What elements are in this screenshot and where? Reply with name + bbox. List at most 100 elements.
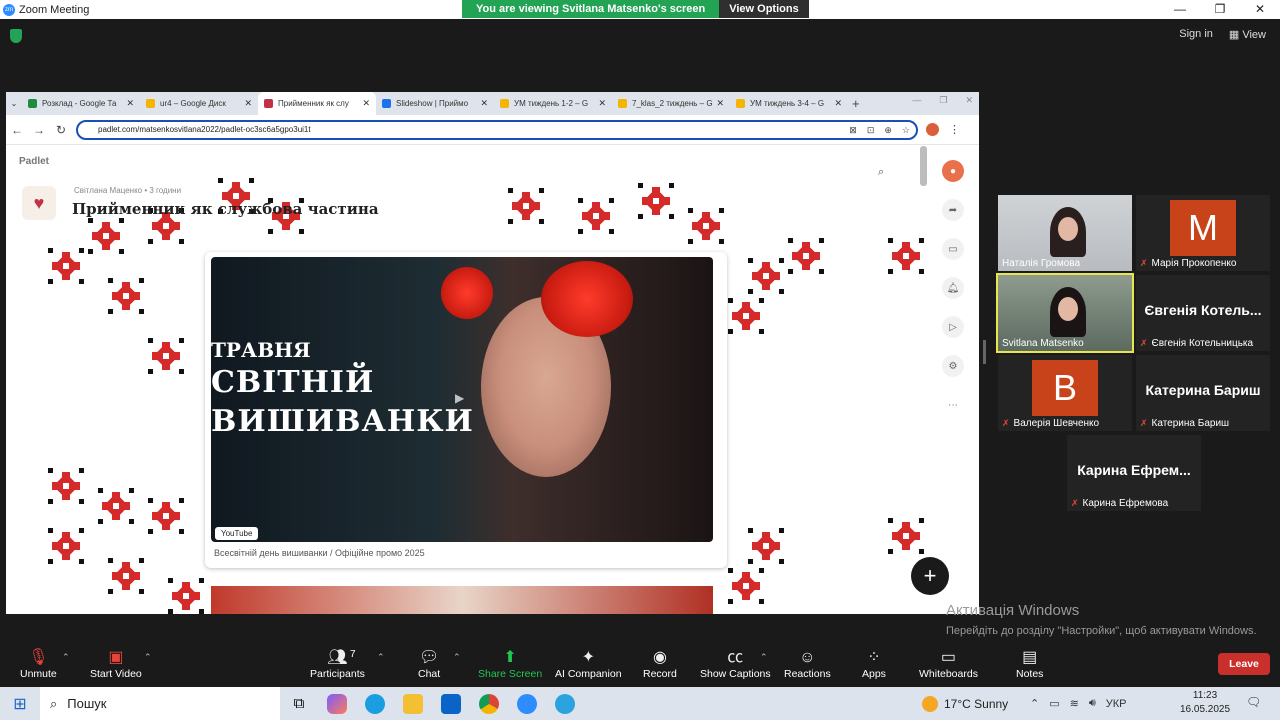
tray-chevron-icon[interactable]: ⌃ xyxy=(1030,697,1039,710)
reload-icon[interactable]: ↻ xyxy=(50,123,72,137)
browser-tab-active[interactable]: Прийменник як слу ✕ xyxy=(258,92,376,115)
share-screen-button[interactable]: ⬆ Share Screen xyxy=(478,648,542,680)
taskbar-search[interactable]: ⌕ Пошук xyxy=(40,687,280,720)
view-options-button[interactable]: View Options xyxy=(719,0,809,18)
volume-icon[interactable]: 🔊︎ xyxy=(1089,697,1096,710)
start-video-label: Start Video xyxy=(90,668,142,680)
video-embed[interactable]: ТРАВНЯ СВІТНІЙ ВИШИВАНКИ ▶ YouTube xyxy=(211,257,713,542)
minimize-button[interactable]: — xyxy=(1160,0,1200,19)
participant-tile[interactable]: Євгенія Котель... ✗ Євгенія Котельницька xyxy=(1136,275,1270,351)
participants-chevron-icon[interactable]: ⌃ xyxy=(377,652,385,663)
page-scrollbar[interactable] xyxy=(920,146,927,186)
browser-profile-avatar[interactable] xyxy=(926,123,939,136)
tab-close-icon[interactable]: ✕ xyxy=(716,98,724,109)
apps-button[interactable]: ⁘ Apps xyxy=(862,648,886,680)
participant-tile[interactable]: M ✗ Марія Прокопенко xyxy=(1136,195,1270,271)
settings-gear-icon[interactable]: ⚙ xyxy=(942,355,964,377)
play-icon[interactable]: ▶ xyxy=(455,391,464,405)
weather-widget[interactable]: 17°C Sunny xyxy=(922,687,1008,720)
participant-tile[interactable]: Карина Ефрем... ✗ Карина Ефремова xyxy=(1067,435,1201,511)
tab-close-icon[interactable]: ✕ xyxy=(598,98,606,109)
tab-close-icon[interactable]: ✕ xyxy=(834,98,842,109)
search-icon[interactable]: ⌕ xyxy=(878,166,884,179)
browser-tab[interactable]: УМ тиждень 3-4 – G ✕ xyxy=(730,92,848,115)
chat-chevron-icon[interactable]: ⌃ xyxy=(453,652,461,663)
post-card[interactable]: ТРАВНЯ СВІТНІЙ ВИШИВАНКИ ▶ YouTube Всесв… xyxy=(205,252,727,568)
language-indicator[interactable]: УКР xyxy=(1106,698,1127,710)
profile-icon[interactable]: ● xyxy=(942,160,964,182)
unmute-label: Unmute xyxy=(20,668,57,680)
browser-tabstrip: ⌄ Розклад - Google Та ✕ ur4 – Google Диск… xyxy=(6,92,979,115)
play-icon[interactable]: ▷ xyxy=(942,316,964,338)
padlet-brand[interactable]: Padlet xyxy=(19,156,49,167)
zoom-icon[interactable]: ⊕ xyxy=(884,122,892,138)
sign-in-button[interactable]: Sign in xyxy=(1179,28,1213,41)
browser-maximize-icon[interactable]: ❐ xyxy=(939,95,947,106)
unmute-button[interactable]: 🎙︎ Unmute xyxy=(20,648,57,680)
participant-tile[interactable]: Наталія Громова xyxy=(998,195,1132,271)
close-button[interactable]: ✕ xyxy=(1240,0,1280,19)
wifi-icon[interactable]: ≋ xyxy=(1070,697,1079,710)
avatar: M xyxy=(1170,200,1236,256)
browser-tab[interactable]: Розклад - Google Та ✕ xyxy=(22,92,140,115)
file-explorer-icon[interactable] xyxy=(394,687,432,720)
view-button[interactable]: ▦ View xyxy=(1229,28,1266,41)
outlook-icon[interactable] xyxy=(432,687,470,720)
bookmark-star-icon[interactable]: ☆ xyxy=(902,122,910,138)
start-video-button[interactable]: ▣ Start Video xyxy=(90,648,142,680)
cast-icon[interactable]: ⊠ xyxy=(849,122,857,138)
participants-button[interactable]: 👥︎ Participants xyxy=(310,648,365,680)
taskbar-clock[interactable]: 11:23 16.05.2025 xyxy=(1180,689,1230,717)
zoom-app-icon[interactable] xyxy=(508,687,546,720)
participant-tile[interactable]: B ✗ Валерія Шевченко xyxy=(998,355,1132,431)
leave-button[interactable]: Leave xyxy=(1218,653,1270,675)
notification-bell-icon[interactable]: 🔔︎ xyxy=(942,277,964,299)
tab-close-icon[interactable]: ✕ xyxy=(244,98,252,109)
telegram-icon[interactable] xyxy=(546,687,584,720)
install-icon[interactable]: ⊡ xyxy=(867,122,875,138)
browser-tab[interactable]: ur4 – Google Диск ✕ xyxy=(140,92,258,115)
ai-companion-button[interactable]: ✦ AI Companion xyxy=(555,648,622,680)
browser-close-icon[interactable]: ✕ xyxy=(965,95,973,106)
tab-search-icon[interactable]: ⌄ xyxy=(6,99,22,108)
participant-tile-speaking[interactable]: Svitlana Matsenko xyxy=(996,273,1134,353)
copilot-icon[interactable] xyxy=(318,687,356,720)
audio-options-chevron-icon[interactable]: ⌃ xyxy=(62,652,70,663)
notes-button[interactable]: ▤ Notes xyxy=(1016,648,1043,680)
slideshow-icon[interactable]: ▭ xyxy=(942,238,964,260)
share-icon[interactable]: ➦ xyxy=(942,199,964,221)
tab-close-icon[interactable]: ✕ xyxy=(480,98,488,109)
chrome-icon[interactable] xyxy=(470,687,508,720)
add-post-button[interactable]: + xyxy=(911,557,949,595)
maximize-button[interactable]: ❐ xyxy=(1200,0,1240,19)
tab-label: Розклад - Google Та xyxy=(42,99,117,108)
security-shield-icon[interactable] xyxy=(10,29,22,43)
forward-icon[interactable]: → xyxy=(28,123,50,137)
captions-chevron-icon[interactable]: ⌃ xyxy=(760,652,768,663)
battery-icon[interactable]: ▭ xyxy=(1049,697,1059,710)
chat-button[interactable]: 💬︎ Chat xyxy=(418,648,440,680)
tab-close-icon[interactable]: ✕ xyxy=(362,98,370,109)
browser-minimize-icon[interactable]: — xyxy=(912,95,921,106)
start-windows-icon[interactable]: ⊞ xyxy=(0,694,40,714)
notifications-icon[interactable]: 🗨︎ xyxy=(1246,695,1261,709)
browser-tab[interactable]: 7_klas_2 тиждень – G ✕ xyxy=(612,92,730,115)
more-icon[interactable]: ⋯ xyxy=(942,394,964,416)
whiteboards-button[interactable]: ▭ Whiteboards xyxy=(919,648,978,680)
participant-tile[interactable]: Катерина Бариш ✗ Катерина Бариш xyxy=(1136,355,1270,431)
reactions-button[interactable]: ☺ Reactions xyxy=(784,648,831,680)
edge-icon[interactable] xyxy=(356,687,394,720)
browser-tab[interactable]: УМ тиждень 1-2 – G ✕ xyxy=(494,92,612,115)
browser-menu-icon[interactable]: ⋮ xyxy=(949,123,960,136)
new-tab-button[interactable]: + xyxy=(852,96,860,111)
tab-close-icon[interactable]: ✕ xyxy=(126,98,134,109)
browser-tab[interactable]: Slideshow | Приймо ✕ xyxy=(376,92,494,115)
url-input[interactable]: padlet.com/matsenkosvitlana2022/padlet-o… xyxy=(76,119,918,140)
back-icon[interactable]: ← xyxy=(6,123,28,137)
panel-resize-handle[interactable] xyxy=(983,340,986,364)
record-button[interactable]: ◉ Record xyxy=(643,648,677,680)
tab-label: ur4 – Google Диск xyxy=(160,99,226,108)
video-options-chevron-icon[interactable]: ⌃ xyxy=(144,652,152,663)
post-card-next[interactable] xyxy=(211,586,713,614)
task-view-icon[interactable]: ⧉ xyxy=(280,687,318,720)
